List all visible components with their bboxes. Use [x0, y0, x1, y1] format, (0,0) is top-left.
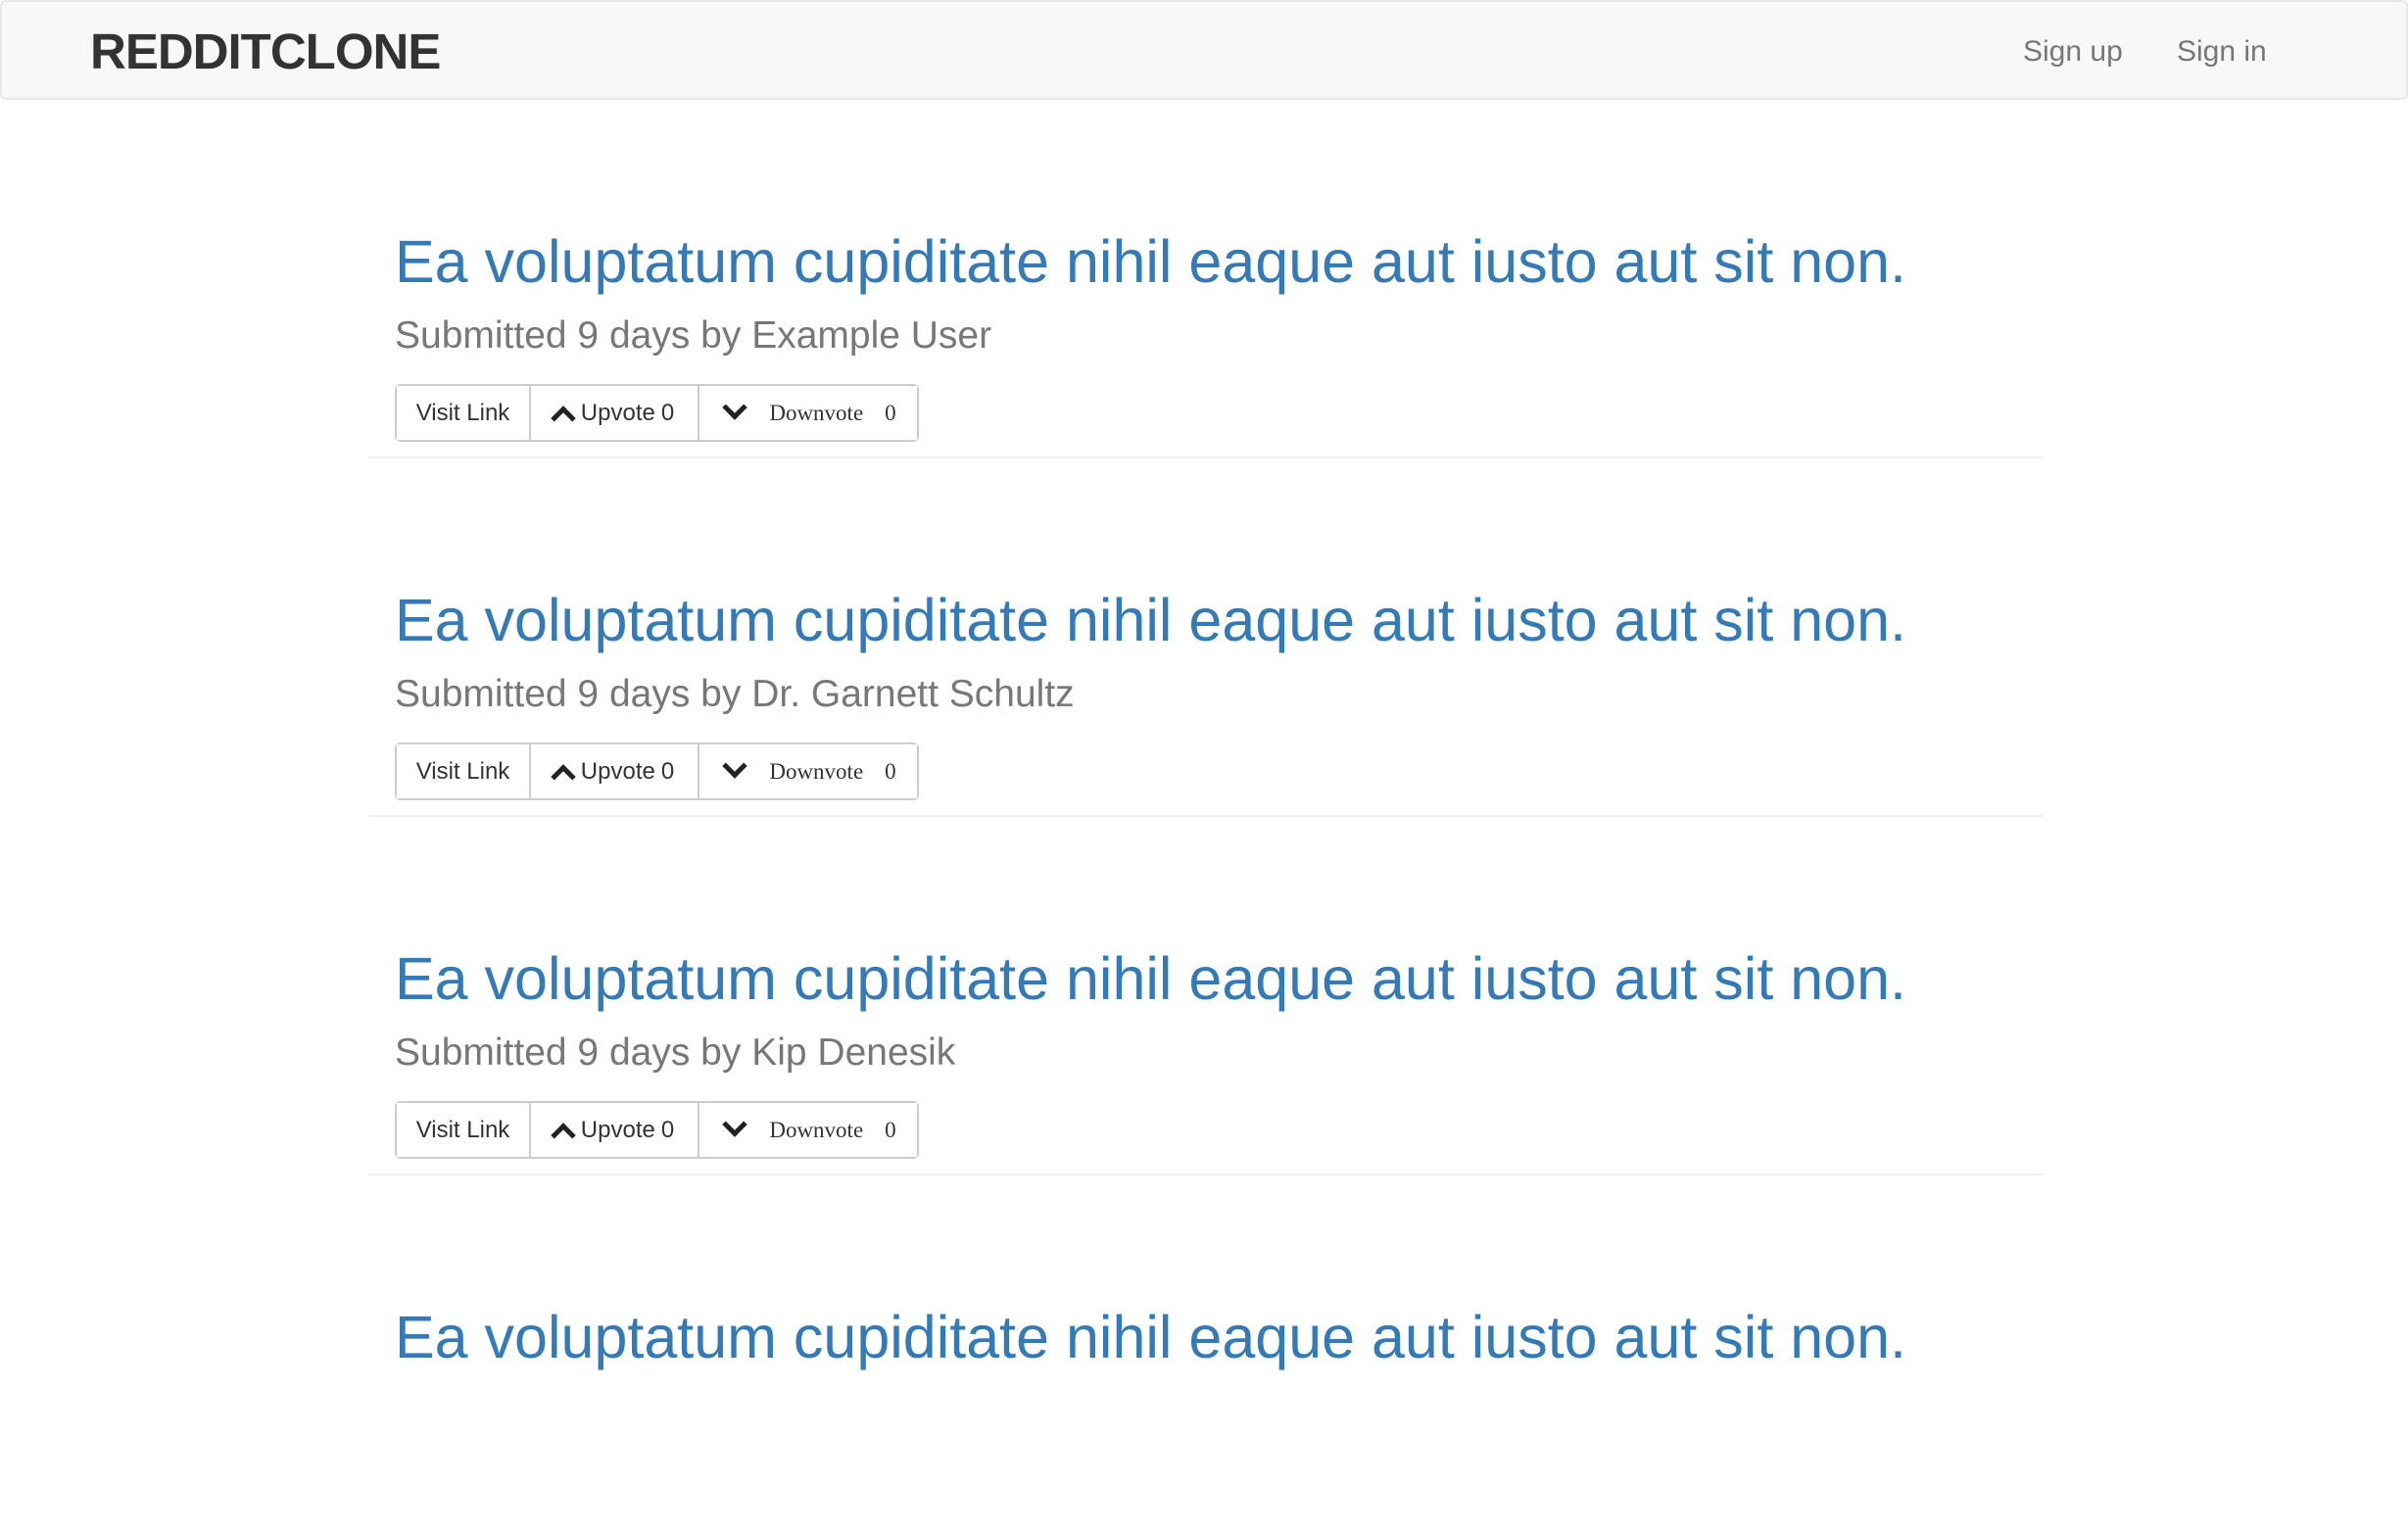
chevron-down-icon: [722, 394, 748, 420]
upvote-label: Upvote: [580, 757, 655, 785]
post-meta: Submitted 9 days by Dr. Garnett Schultz: [395, 673, 1075, 715]
downvote-button[interactable]: Downvote 0: [698, 1103, 917, 1157]
visit-link-button[interactable]: Visit Link: [397, 1103, 529, 1157]
chevron-up-icon: [551, 405, 576, 431]
upvote-button[interactable]: Upvote 0: [529, 386, 698, 440]
post-list: Ea voluptatum cupiditate nihil eaque aut…: [368, 100, 2044, 1534]
chevron-up-icon: [551, 1122, 576, 1148]
chevron-down-icon: [722, 752, 748, 779]
post-actions: Visit Link Upvote 0 Downvote 0: [395, 1101, 919, 1159]
visit-link-button[interactable]: Visit Link: [397, 386, 529, 440]
downvote-count: 0: [885, 400, 896, 425]
post-title[interactable]: Ea voluptatum cupiditate nihil eaque aut…: [395, 227, 1906, 296]
post-actions: Visit Link Upvote 0 Downvote 0: [395, 743, 919, 800]
upvote-button[interactable]: Upvote 0: [529, 744, 698, 798]
sign-up-link[interactable]: Sign up: [2023, 2, 2123, 102]
downvote-label: Downvote: [769, 1117, 864, 1142]
chevron-up-icon: [551, 763, 576, 790]
chevron-down-icon: [722, 1111, 748, 1137]
upvote-label: Upvote: [580, 1116, 655, 1143]
post-meta: Submitted 9 days by Kip Denesik: [395, 1031, 956, 1074]
post-meta: Submitted 9 days by Example User: [395, 314, 992, 357]
post-item: Ea voluptatum cupiditate nihil eaque aut…: [368, 458, 2044, 817]
post-item: Ea voluptatum cupiditate nihil eaque aut…: [368, 817, 2044, 1175]
post-item: Ea voluptatum cupiditate nihil eaque aut…: [368, 1175, 2044, 1534]
post-title[interactable]: Ea voluptatum cupiditate nihil eaque aut…: [395, 944, 1906, 1013]
downvote-button[interactable]: Downvote 0: [698, 744, 917, 798]
upvote-count: 0: [660, 399, 675, 426]
visit-link-button[interactable]: Visit Link: [397, 744, 529, 798]
downvote-count: 0: [885, 1117, 896, 1142]
post-item: Ea voluptatum cupiditate nihil eaque aut…: [368, 100, 2044, 458]
upvote-label: Upvote: [580, 399, 655, 426]
navbar: REDDITCLONE Sign up Sign in: [0, 0, 2408, 100]
upvote-count: 0: [660, 1116, 675, 1143]
nav-links: Sign up Sign in: [0, 2, 2406, 102]
post-actions: Visit Link Upvote 0 Downvote 0: [395, 384, 919, 442]
downvote-button[interactable]: Downvote 0: [698, 386, 917, 440]
upvote-count: 0: [660, 757, 675, 785]
sign-in-link[interactable]: Sign in: [2177, 2, 2267, 102]
downvote-label: Downvote: [769, 758, 864, 784]
post-title[interactable]: Ea voluptatum cupiditate nihil eaque aut…: [395, 586, 1906, 654]
downvote-count: 0: [885, 758, 896, 784]
post-title[interactable]: Ea voluptatum cupiditate nihil eaque aut…: [395, 1303, 1906, 1371]
upvote-button[interactable]: Upvote 0: [529, 1103, 698, 1157]
downvote-label: Downvote: [769, 400, 864, 425]
